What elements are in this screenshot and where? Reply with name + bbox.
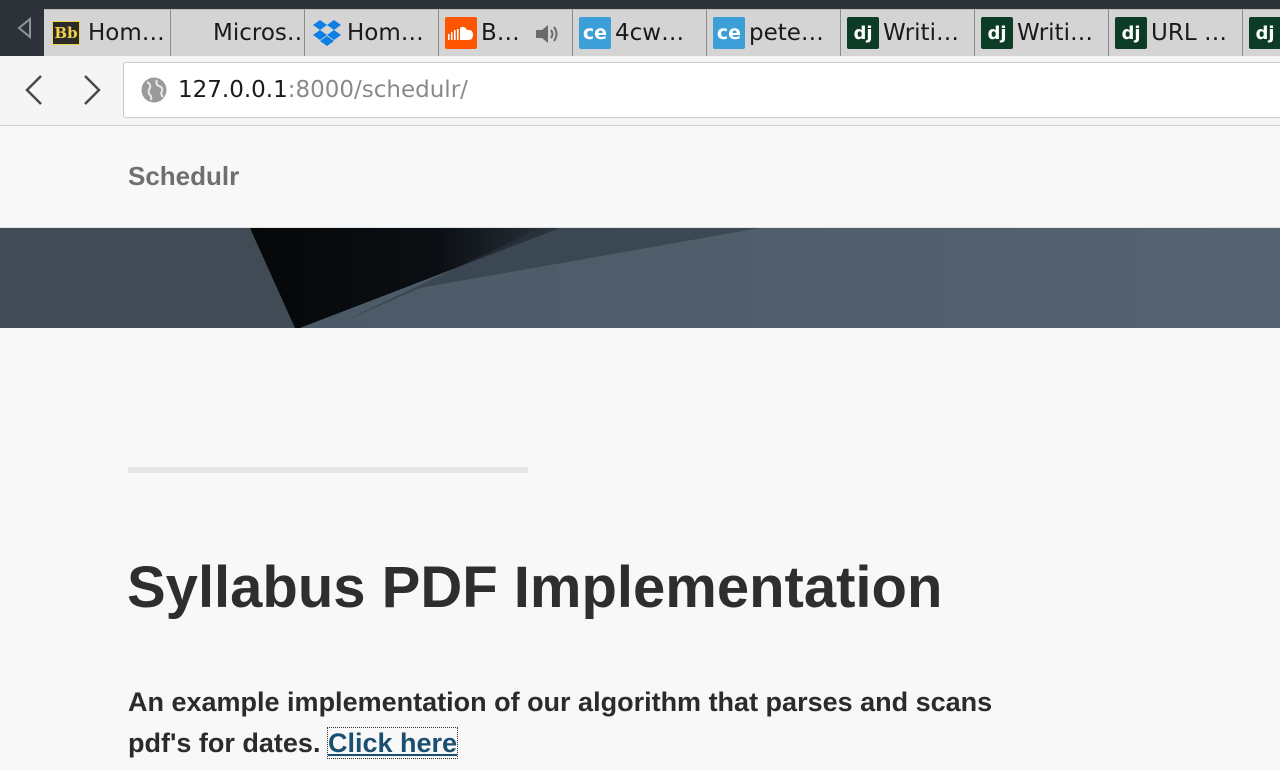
browser-tab[interactable]: dj	[1243, 9, 1280, 56]
url-text[interactable]: 127.0.0.1:8000/schedulr/	[178, 77, 468, 103]
browser-tab[interactable]: dj Writi…	[841, 9, 975, 56]
tab-strip: Bb Hom… Micros… Hom… B… ce 4cw… ce pete……	[44, 9, 1280, 56]
triangle-left-icon	[17, 17, 31, 39]
django-icon: dj	[981, 17, 1013, 49]
browser-tab[interactable]: dj Writi…	[975, 9, 1109, 56]
tab-scroll-left-button[interactable]	[0, 0, 48, 56]
soundcloud-icon	[445, 17, 477, 49]
hero-background-graphic	[0, 228, 1280, 328]
page-title: Syllabus PDF Implementation	[127, 555, 943, 620]
cloud-element-icon: ce	[579, 17, 611, 49]
blank-favicon-icon	[177, 17, 209, 49]
page-description: An example implementation of our algorit…	[128, 682, 1058, 764]
forward-button[interactable]	[74, 72, 110, 108]
tab-title: Micros…	[213, 20, 305, 46]
tab-title: Hom…	[88, 20, 165, 46]
globe-icon	[141, 77, 167, 103]
back-button[interactable]	[16, 72, 52, 108]
tab-title: Hom…	[347, 20, 424, 46]
browser-tab[interactable]: Hom…	[305, 9, 439, 56]
browser-tab[interactable]: B…	[439, 9, 573, 56]
django-icon: dj	[847, 17, 879, 49]
click-here-link[interactable]: Click here	[326, 727, 459, 759]
speaker-icon[interactable]	[534, 22, 562, 46]
browser-tab[interactable]: ce pete…	[707, 9, 841, 56]
tab-title: B…	[481, 20, 520, 46]
hero-banner-image	[0, 228, 1280, 328]
browser-tab-bar: Bb Hom… Micros… Hom… B… ce 4cw… ce pete……	[0, 0, 1280, 56]
cloud-element-icon: ce	[713, 17, 745, 49]
browser-tab[interactable]: dj URL …	[1109, 9, 1243, 56]
tab-title: pete…	[749, 20, 824, 46]
browser-tab[interactable]: ce 4cw…	[573, 9, 707, 56]
django-icon: dj	[1115, 17, 1147, 49]
browser-nav-bar: 127.0.0.1:8000/schedulr/	[0, 56, 1280, 126]
description-text: An example implementation of our algorit…	[128, 687, 993, 758]
tab-title: Writi…	[1017, 20, 1093, 46]
blackboard-icon: Bb	[50, 17, 82, 49]
chevron-left-icon	[25, 75, 42, 105]
url-path: :8000/schedulr/	[287, 77, 468, 103]
browser-tab[interactable]: Micros…	[171, 9, 305, 56]
dropbox-icon	[311, 17, 343, 49]
django-icon: dj	[1249, 17, 1280, 49]
site-brand-link[interactable]: Schedulr	[128, 161, 239, 192]
url-host: 127.0.0.1	[178, 77, 288, 103]
chevron-right-icon	[84, 75, 101, 105]
section-divider	[128, 467, 528, 473]
tab-title: Writi…	[883, 20, 959, 46]
tab-title: URL …	[1151, 20, 1227, 46]
url-bar[interactable]: 127.0.0.1:8000/schedulr/	[123, 62, 1280, 118]
browser-tab[interactable]: Bb Hom…	[44, 9, 171, 56]
site-header: Schedulr	[0, 127, 1280, 228]
tab-title: 4cw…	[615, 20, 685, 46]
